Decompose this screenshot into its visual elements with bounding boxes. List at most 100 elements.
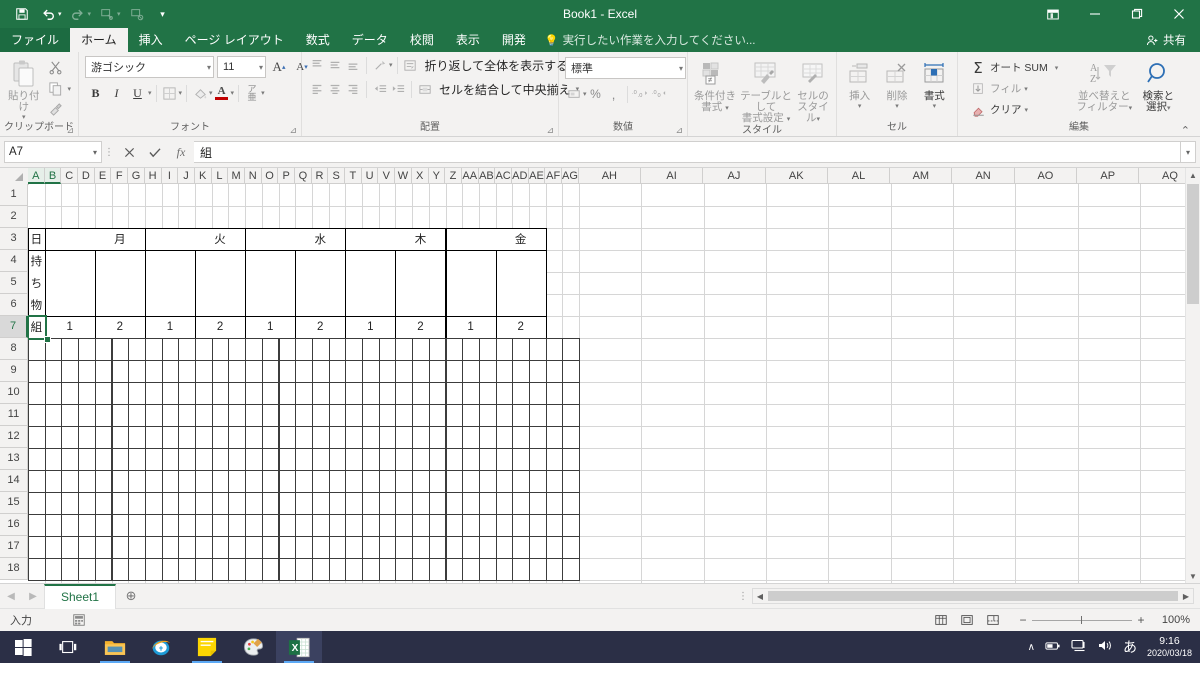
grid-box-cell[interactable] bbox=[345, 382, 363, 405]
tab-file[interactable]: ファイル bbox=[0, 28, 71, 52]
grid-box-cell[interactable] bbox=[462, 360, 480, 383]
grid-box-cell[interactable] bbox=[211, 492, 230, 515]
grid-box-cell[interactable] bbox=[311, 382, 330, 405]
font-name-chevron-down-icon[interactable]: ▾ bbox=[201, 63, 211, 72]
zoom-in-button[interactable]: + bbox=[1132, 613, 1150, 627]
row-header-12[interactable]: 12 bbox=[0, 426, 28, 448]
grid-box-cell[interactable] bbox=[195, 448, 213, 471]
borders-icon[interactable] bbox=[161, 84, 179, 102]
grid-box-cell[interactable] bbox=[529, 338, 547, 361]
cellstyle-chevron-down-icon[interactable]: ▾ bbox=[816, 116, 820, 123]
grid-box-cell[interactable] bbox=[61, 426, 80, 449]
grid-box-cell[interactable] bbox=[111, 360, 130, 383]
grid-box-cell[interactable] bbox=[78, 404, 96, 427]
grid-box-cell[interactable] bbox=[328, 514, 347, 537]
grid-box-cell[interactable] bbox=[28, 514, 46, 537]
grid-box-cell[interactable] bbox=[478, 426, 497, 449]
grid-box-cell[interactable] bbox=[94, 448, 113, 471]
grid-box-cell[interactable] bbox=[495, 558, 514, 581]
grid-box-cell[interactable] bbox=[144, 536, 163, 559]
column-header-J[interactable]: J bbox=[178, 168, 195, 184]
grid-box-cell[interactable] bbox=[78, 492, 96, 515]
grid-box-cell[interactable] bbox=[61, 338, 80, 361]
comma-style-button[interactable]: , bbox=[605, 85, 623, 103]
grid-box-cell[interactable] bbox=[211, 404, 230, 427]
row-header-11[interactable]: 11 bbox=[0, 404, 28, 426]
grid-box-cell[interactable] bbox=[228, 404, 247, 427]
column-header-AH[interactable]: AH bbox=[578, 168, 641, 184]
grid-box-cell[interactable] bbox=[545, 360, 564, 383]
mochimono-block-7[interactable] bbox=[345, 250, 397, 317]
grid-box-cell[interactable] bbox=[395, 338, 414, 361]
phonetic-chevron-down-icon[interactable]: ▾ bbox=[261, 89, 265, 97]
grid-box-cell[interactable] bbox=[311, 338, 330, 361]
grid-box-cell[interactable] bbox=[228, 448, 247, 471]
row-header-7[interactable]: 7 bbox=[0, 316, 28, 338]
grid-box-cell[interactable] bbox=[178, 470, 196, 493]
grid-box-cell[interactable] bbox=[445, 338, 464, 361]
underline-button[interactable]: U bbox=[127, 84, 148, 102]
grid-box-cell[interactable] bbox=[28, 382, 46, 405]
task-view-button[interactable] bbox=[46, 631, 92, 663]
grid-box-cell[interactable] bbox=[111, 448, 130, 471]
tab-review[interactable]: 校閲 bbox=[399, 28, 445, 52]
grid-box-cell[interactable] bbox=[295, 382, 313, 405]
column-header-B[interactable]: B bbox=[44, 168, 62, 184]
italic-button[interactable]: I bbox=[106, 84, 127, 102]
grid-box-cell[interactable] bbox=[495, 426, 514, 449]
column-header-N[interactable]: N bbox=[244, 168, 262, 184]
column-header-E[interactable]: E bbox=[94, 168, 112, 184]
scroll-up-icon[interactable]: ▲ bbox=[1186, 168, 1200, 182]
grid-box-cell[interactable] bbox=[445, 404, 464, 427]
grid-box-cell[interactable] bbox=[295, 470, 313, 493]
page-layout-view-icon[interactable] bbox=[954, 611, 980, 629]
grid-box-cell[interactable] bbox=[161, 404, 180, 427]
grid-box-cell[interactable] bbox=[28, 558, 46, 581]
format-cells-button[interactable]: 書式 ▾ bbox=[916, 55, 953, 110]
conditional-chevron-down-icon[interactable]: ▾ bbox=[725, 105, 729, 112]
formula-bar-grip[interactable]: ⋮ bbox=[102, 147, 116, 158]
grid-box-cell[interactable] bbox=[261, 382, 280, 405]
grid-box-cell[interactable] bbox=[328, 360, 347, 383]
grid-box-cell[interactable] bbox=[345, 360, 363, 383]
grid-box-cell[interactable] bbox=[345, 514, 363, 537]
fill-chevron-down-icon[interactable]: ▾ bbox=[1024, 85, 1028, 93]
column-header-AG[interactable]: AG bbox=[562, 168, 579, 184]
column-header-Y[interactable]: Y bbox=[428, 168, 446, 184]
grid-box-cell[interactable] bbox=[261, 536, 280, 559]
grid-box-cell[interactable] bbox=[412, 360, 430, 383]
grid-box-cell[interactable] bbox=[512, 514, 530, 537]
share-button[interactable]: 共有 bbox=[1136, 28, 1200, 52]
grid-box-cell[interactable] bbox=[261, 448, 280, 471]
grid-box-cell[interactable] bbox=[44, 558, 63, 581]
grid-box-cell[interactable] bbox=[412, 338, 430, 361]
grid-box-cell[interactable] bbox=[61, 360, 80, 383]
internet-explorer-button[interactable] bbox=[138, 631, 184, 663]
grid-box-cell[interactable] bbox=[195, 404, 213, 427]
tab-developer[interactable]: 開発 bbox=[491, 28, 537, 52]
phonetic-guide-icon[interactable]: ア亜 bbox=[243, 84, 261, 102]
grid-box-cell[interactable] bbox=[278, 338, 297, 361]
grid-box-cell[interactable] bbox=[462, 514, 480, 537]
grid-box-cell[interactable] bbox=[428, 448, 447, 471]
grid-box-cell[interactable] bbox=[512, 382, 530, 405]
scroll-right-icon[interactable]: ▶ bbox=[1179, 592, 1193, 601]
font-name-combo[interactable]: 游ゴシック ▾ bbox=[85, 56, 214, 78]
grid-box-cell[interactable] bbox=[328, 492, 347, 515]
grid-box-cell[interactable] bbox=[178, 448, 196, 471]
grid-box-cell[interactable] bbox=[278, 404, 297, 427]
grid-box-cell[interactable] bbox=[395, 558, 414, 581]
grid-box-cell[interactable] bbox=[445, 448, 464, 471]
undo-dropdown-icon[interactable]: ▾ bbox=[58, 10, 62, 18]
grid-box-cell[interactable] bbox=[195, 382, 213, 405]
grid-box-cell[interactable] bbox=[295, 448, 313, 471]
grid-box-cell[interactable] bbox=[94, 470, 113, 493]
grid-box-cell[interactable] bbox=[545, 536, 564, 559]
grid-box-cell[interactable] bbox=[245, 448, 263, 471]
grid-box-cell[interactable] bbox=[161, 426, 180, 449]
mochimono-block-5[interactable] bbox=[245, 250, 297, 317]
grid-box-cell[interactable] bbox=[61, 514, 80, 537]
grid-box-cell[interactable] bbox=[61, 404, 80, 427]
grid-box-cell[interactable] bbox=[94, 536, 113, 559]
grid-box-cell[interactable] bbox=[178, 426, 196, 449]
